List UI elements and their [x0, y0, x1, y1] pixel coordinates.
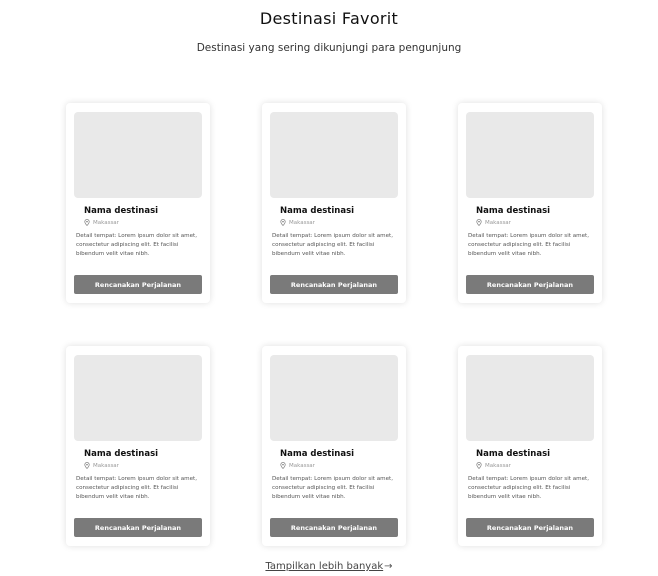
- destination-description: Detail tempat: Lorem ipsum dolor sit ame…: [76, 233, 198, 257]
- destination-card: Nama destinasi Makassar Detail tempat: L…: [262, 346, 406, 546]
- destination-location: Makassar: [270, 462, 398, 469]
- location-pin-icon: [476, 462, 482, 469]
- destination-image: [74, 112, 202, 198]
- location-pin-icon: [280, 219, 286, 226]
- location-pin-icon: [84, 462, 90, 469]
- destination-image: [270, 355, 398, 441]
- destination-location: Makassar: [74, 462, 202, 469]
- destination-location: Makassar: [270, 219, 398, 226]
- page-title: Destinasi Favorit: [259, 9, 399, 28]
- location-text: Makassar: [485, 462, 511, 469]
- plan-trip-button[interactable]: Rencanakan Perjalanan: [270, 518, 398, 537]
- destination-description: Detail tempat: Lorem ipsum dolor sit ame…: [468, 476, 590, 500]
- location-text: Makassar: [485, 219, 511, 226]
- destination-card: Nama destinasi Makassar Detail tempat: L…: [66, 346, 210, 546]
- plan-trip-button[interactable]: Rencanakan Perjalanan: [466, 275, 594, 294]
- location-pin-icon: [84, 219, 90, 226]
- destination-card: Nama destinasi Makassar Detail tempat: L…: [458, 346, 602, 546]
- destination-name: Nama destinasi: [476, 449, 551, 459]
- location-text: Makassar: [93, 462, 119, 469]
- destination-grid: Nama destinasi Makassar Detail tempat: L…: [66, 103, 604, 546]
- destination-name: Nama destinasi: [84, 449, 159, 459]
- show-more-link[interactable]: Tampilkan lebih banyak: [265, 561, 383, 572]
- destination-card: Nama destinasi Makassar Detail tempat: L…: [458, 103, 602, 303]
- destination-location: Makassar: [466, 462, 594, 469]
- destination-image: [466, 112, 594, 198]
- destination-description: Detail tempat: Lorem ipsum dolor sit ame…: [76, 476, 198, 500]
- plan-trip-button[interactable]: Rencanakan Perjalanan: [74, 518, 202, 537]
- destination-card: Nama destinasi Makassar Detail tempat: L…: [262, 103, 406, 303]
- destination-image: [466, 355, 594, 441]
- destination-location: Makassar: [466, 219, 594, 226]
- destination-card: Nama destinasi Makassar Detail tempat: L…: [66, 103, 210, 303]
- destination-location: Makassar: [74, 219, 202, 226]
- location-pin-icon: [280, 462, 286, 469]
- location-pin-icon: [476, 219, 482, 226]
- destination-description: Detail tempat: Lorem ipsum dolor sit ame…: [272, 233, 394, 257]
- destination-name: Nama destinasi: [84, 206, 159, 216]
- destination-name: Nama destinasi: [280, 206, 355, 216]
- plan-trip-button[interactable]: Rencanakan Perjalanan: [466, 518, 594, 537]
- arrow-right-icon[interactable]: →: [384, 561, 392, 572]
- location-text: Makassar: [93, 219, 119, 226]
- destination-description: Detail tempat: Lorem ipsum dolor sit ame…: [468, 233, 590, 257]
- destination-name: Nama destinasi: [476, 206, 551, 216]
- destination-image: [270, 112, 398, 198]
- destination-name: Nama destinasi: [280, 449, 355, 459]
- show-more-container: Tampilkan lebih banyak→: [0, 561, 658, 572]
- location-text: Makassar: [289, 462, 315, 469]
- destination-description: Detail tempat: Lorem ipsum dolor sit ame…: [272, 476, 394, 500]
- location-text: Makassar: [289, 219, 315, 226]
- page-subtitle: Destinasi yang sering dikunjungi para pe…: [196, 42, 462, 54]
- plan-trip-button[interactable]: Rencanakan Perjalanan: [270, 275, 398, 294]
- destination-image: [74, 355, 202, 441]
- plan-trip-button[interactable]: Rencanakan Perjalanan: [74, 275, 202, 294]
